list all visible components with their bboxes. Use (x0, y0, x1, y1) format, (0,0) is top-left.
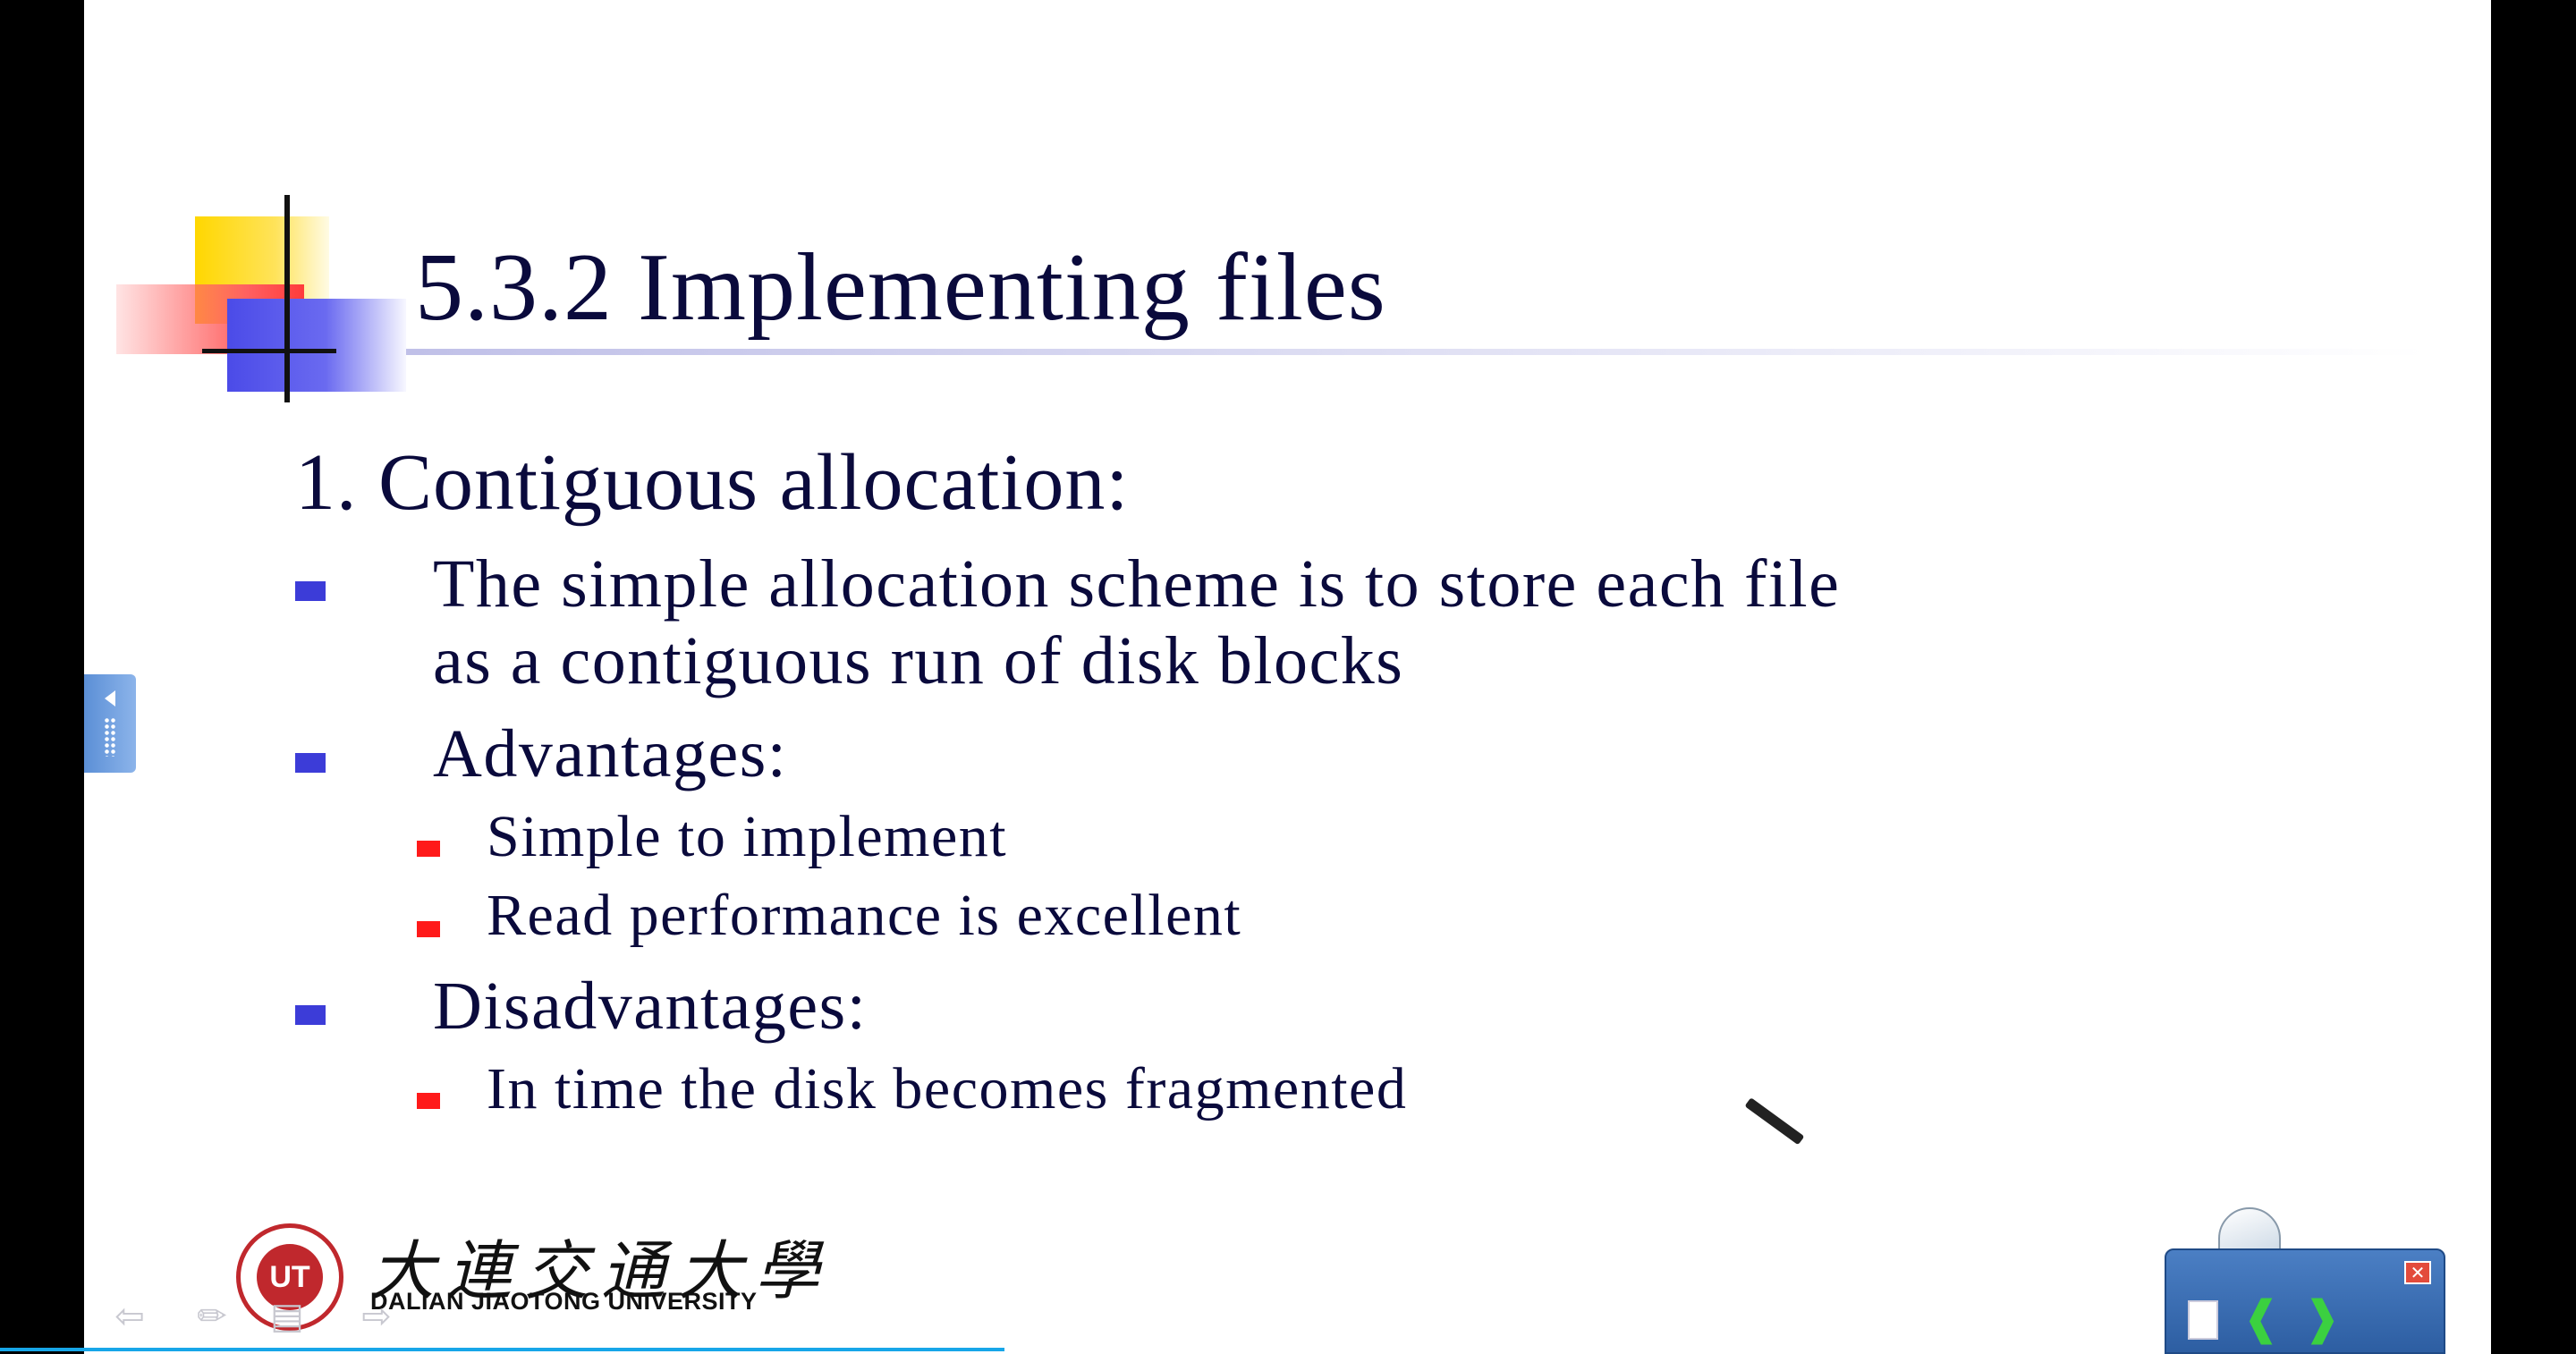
collapse-arrow-icon (105, 690, 115, 707)
menu-icon[interactable]: ▤ (263, 1296, 311, 1337)
advantage-item: Simple to implement (487, 804, 1008, 869)
side-panel-toggle[interactable] (84, 674, 136, 773)
close-icon[interactable]: ✕ (2404, 1261, 2431, 1284)
decor-blue-block (227, 299, 406, 392)
player-control-widget: ✕ ❰ ❱ (2165, 1248, 2445, 1354)
green-left-arrow-icon[interactable]: ❰ (2240, 1295, 2283, 1341)
arrow-right-icon[interactable]: ⇨ (352, 1296, 401, 1337)
disadvantage-item: In time the disk becomes fragmented (487, 1056, 1408, 1121)
grip-dots-icon (104, 717, 116, 757)
university-name-english: DALIAN JIAOTONG UNIVERSITY (370, 1288, 758, 1315)
decor-horizontal-line (202, 349, 336, 353)
sub-bullet-marker-red (417, 1093, 440, 1109)
sub-bullet-marker-red (417, 921, 440, 937)
title-underline (406, 349, 2428, 355)
sub-bullet-marker-red (417, 841, 440, 857)
bullet-marker-blue (295, 581, 326, 601)
arrow-left-icon[interactable]: ⇦ (106, 1296, 154, 1337)
section-heading: 1. Contiguous allocation: (295, 438, 1130, 527)
advantages-label: Advantages: (433, 716, 788, 791)
playback-progress-bar[interactable] (0, 1348, 1005, 1351)
presentation-slide: 5.3.2 Implementing files 1. Contiguous a… (84, 0, 2491, 1354)
disadvantages-label: Disadvantages: (433, 969, 868, 1044)
green-right-arrow-icon[interactable]: ❱ (2301, 1295, 2343, 1341)
pen-icon[interactable]: ✏ (188, 1296, 236, 1337)
advantage-item: Read performance is excellent (487, 883, 1242, 948)
bullet-marker-blue (295, 1005, 326, 1025)
slide-title: 5.3.2 Implementing files (415, 234, 1386, 341)
decor-vertical-line (284, 195, 290, 402)
left-letterbox (0, 0, 84, 1354)
bullet-1-line-1: The simple allocation scheme is to store… (433, 546, 1841, 622)
document-icon[interactable] (2188, 1300, 2218, 1340)
pen-cursor-icon (1744, 1097, 1805, 1146)
right-letterbox (2491, 0, 2576, 1354)
bullet-1-line-2: as a contiguous run of disk blocks (433, 623, 1404, 698)
bullet-marker-blue (295, 753, 326, 773)
